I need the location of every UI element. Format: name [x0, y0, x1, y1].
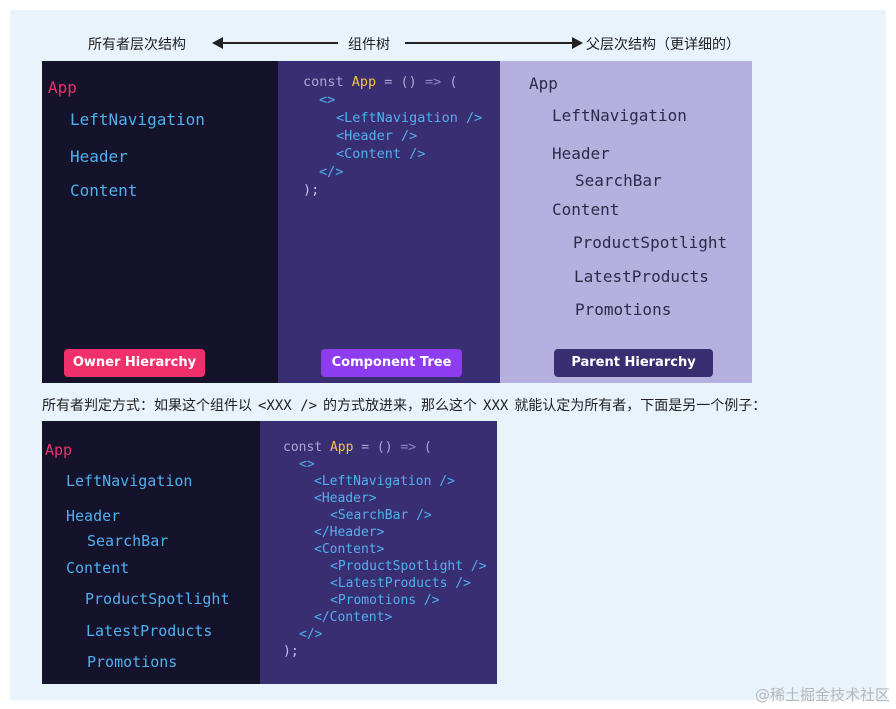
- code-line: </Content>: [314, 610, 393, 625]
- tree-node: LeftNavigation: [70, 110, 205, 129]
- parent-hierarchy-panel: App LeftNavigation Header SearchBar Cont…: [500, 61, 752, 383]
- description-text: 的方式放进来，那么这个: [323, 398, 478, 414]
- code-line: </>: [299, 627, 323, 642]
- code-line: <Header />: [336, 128, 418, 144]
- arrow-right-icon: [572, 37, 583, 49]
- tree-node: Header: [70, 147, 128, 166]
- tree-node: LatestProducts: [574, 267, 709, 286]
- component-tree-badge: Component Tree: [321, 349, 462, 377]
- code-line: <LeftNavigation />: [336, 110, 483, 126]
- tree-node: SearchBar: [87, 532, 169, 550]
- code-line: <Promotions />: [330, 593, 440, 608]
- code-line: <Content>: [314, 542, 385, 557]
- owner-hierarchy-label: 所有者层次结构: [88, 37, 186, 53]
- tree-node: ProductSpotlight: [85, 590, 230, 608]
- parent-hierarchy-label: 父层次结构（更详细的）: [586, 37, 740, 53]
- code-line: <Content />: [336, 146, 426, 162]
- code-line: <Header>: [314, 491, 377, 506]
- tree-node: Content: [66, 559, 130, 577]
- owner-rule-description: 所有者判定方式：如果这个组件以 <XXX /> 的方式放进来，那么这个 XXX 就能认定…: [42, 395, 766, 415]
- code-line: <ProductSpotlight />: [330, 559, 487, 574]
- code-line: <LatestProducts />: [330, 576, 471, 591]
- tree-node: LeftNavigation: [552, 106, 687, 125]
- hierarchy-header: 所有者层次结构 组件树 父层次结构（更详细的）: [0, 30, 896, 56]
- watermark: @稀土掘金技术社区: [754, 686, 890, 704]
- tree-node: Content: [70, 181, 138, 200]
- code-line: </Header>: [314, 525, 385, 540]
- tree-node: Header: [66, 507, 121, 525]
- tree-node: ProductSpotlight: [573, 233, 728, 252]
- tree-node-app: App: [48, 78, 77, 97]
- owner-hierarchy-panel-2: App LeftNavigation Header SearchBar Cont…: [42, 421, 260, 684]
- tree-node: Promotions: [575, 300, 672, 319]
- code-line: <>: [319, 92, 336, 108]
- component-tree-code-panel-2: const App = () => ( <> <LeftNavigation /…: [260, 421, 497, 684]
- tree-node: Header: [552, 144, 610, 163]
- owner-hierarchy-badge: Owner Hierarchy: [64, 349, 205, 377]
- tree-node: LatestProducts: [86, 622, 213, 640]
- parent-hierarchy-badge: Parent Hierarchy: [554, 349, 713, 377]
- component-tree-label: 组件树: [348, 37, 390, 53]
- tree-node: SearchBar: [575, 171, 662, 190]
- owner-hierarchy-panel: App LeftNavigation Header Content Owner …: [42, 61, 278, 383]
- code-line: );: [303, 182, 320, 198]
- component-tree-code-panel: const App = () => ( <> <LeftNavigation /…: [278, 61, 500, 383]
- code-line: </>: [319, 164, 344, 180]
- tree-node-app: App: [45, 441, 73, 459]
- arrow-left-line: [222, 42, 338, 44]
- tree-node: App: [529, 74, 558, 93]
- code-line: );: [283, 644, 299, 659]
- tree-node: Content: [552, 200, 620, 219]
- description-text: 就能认定为所有者，下面是另一个例子：: [514, 398, 767, 414]
- tree-node: Promotions: [87, 653, 178, 671]
- inline-code: XXX: [483, 398, 509, 414]
- code-line: <LeftNavigation />: [314, 474, 455, 489]
- tree-node: LeftNavigation: [66, 472, 193, 490]
- inline-code: <XXX />: [258, 398, 318, 414]
- code-line: <>: [299, 457, 315, 472]
- description-text: 所有者判定方式：如果这个组件以: [42, 398, 252, 414]
- code-line: const App = () => (: [303, 74, 458, 90]
- code-line: const App = () => (: [283, 440, 432, 455]
- code-line: <SearchBar />: [330, 508, 432, 523]
- arrow-right-line: [405, 42, 573, 44]
